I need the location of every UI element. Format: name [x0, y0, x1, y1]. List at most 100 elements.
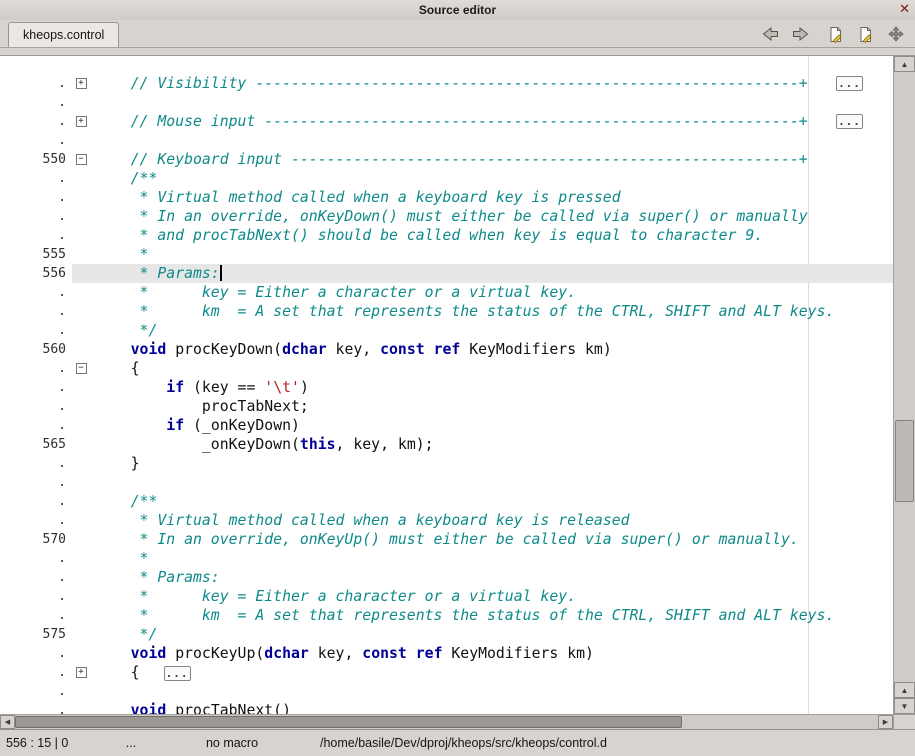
code-text[interactable]: */	[90, 321, 157, 340]
code-text[interactable]: * Params:	[90, 264, 222, 283]
code-line[interactable]: .	[0, 93, 893, 112]
vertical-scrollbar[interactable]: ▲ ▲ ▼	[893, 56, 915, 714]
code-text[interactable]	[90, 93, 95, 112]
code-line[interactable]: . * Params:	[0, 568, 893, 587]
code-text[interactable]: * key = Either a character or a virtual …	[90, 587, 576, 606]
code-text[interactable]: * key = Either a character or a virtual …	[90, 283, 576, 302]
code-line[interactable]: . void procTabNext()	[0, 701, 893, 714]
code-line[interactable]: .	[0, 682, 893, 701]
code-text[interactable]	[90, 131, 95, 150]
code-line[interactable]: . }	[0, 454, 893, 473]
code-line[interactable]: . * Virtual method called when a keyboar…	[0, 188, 893, 207]
code-line[interactable]: . * In an override, onKeyDown() must eit…	[0, 207, 893, 226]
code-line[interactable]: . * key = Either a character or a virtua…	[0, 587, 893, 606]
code-text[interactable]: // Keyboard input ----------------------…	[90, 150, 808, 169]
code-line[interactable]: . * and procTabNext() should be called w…	[0, 226, 893, 245]
scroll-up-button[interactable]: ▲	[894, 56, 915, 72]
code-text[interactable]	[90, 682, 95, 701]
code-text[interactable]	[90, 473, 95, 492]
code-text[interactable]: // Visibility --------------------------…	[90, 74, 808, 93]
code-line[interactable]: 575 */	[0, 625, 893, 644]
code-line[interactable]: . if (_onKeyDown)	[0, 416, 893, 435]
folded-code-ellipsis[interactable]: ...	[836, 114, 863, 129]
scroll-left-button[interactable]: ◀	[0, 715, 15, 729]
code-line[interactable]: . */	[0, 321, 893, 340]
code-line[interactable]: . procTabNext;	[0, 397, 893, 416]
code-line[interactable]: . /**	[0, 492, 893, 511]
folded-code-ellipsis[interactable]: ...	[836, 76, 863, 91]
horizontal-scrollbar[interactable]: ◀ ▶	[0, 714, 915, 729]
code-text[interactable]: * Params:	[90, 568, 220, 587]
code-line[interactable]: . * km = A set that represents the statu…	[0, 606, 893, 625]
code-text[interactable]: * km = A set that represents the status …	[90, 302, 834, 321]
code-line[interactable]: 556 * Params:	[0, 264, 893, 283]
code-line[interactable]: 555 *	[0, 245, 893, 264]
code-line[interactable]: . /**	[0, 169, 893, 188]
code-line[interactable]: . *	[0, 549, 893, 568]
tab-kheops-control[interactable]: kheops.control	[8, 22, 119, 47]
horizontal-scroll-track[interactable]	[15, 715, 878, 729]
code-line[interactable]: . * Virtual method called when a keyboar…	[0, 511, 893, 530]
folded-code-ellipsis[interactable]: ...	[164, 666, 191, 681]
fold-toggle-icon[interactable]: +	[76, 78, 87, 89]
code-text[interactable]: * In an override, onKeyDown() must eithe…	[90, 207, 808, 226]
code-line[interactable]: .+ // Mouse input ----------------------…	[0, 112, 893, 131]
code-text[interactable]: * and procTabNext() should be called whe…	[90, 226, 763, 245]
code-line[interactable]: 560 void procKeyDown(dchar key, const re…	[0, 340, 893, 359]
vertical-scroll-track[interactable]	[894, 72, 915, 682]
code-line[interactable]: . * km = A set that represents the statu…	[0, 302, 893, 321]
code-line[interactable]: 550− // Keyboard input -----------------…	[0, 150, 893, 169]
scroll-right-button[interactable]: ▶	[878, 715, 893, 729]
code-text[interactable]: /**	[90, 169, 157, 188]
code-line[interactable]: .	[0, 131, 893, 150]
scroll-down-button[interactable]: ▼	[894, 698, 915, 714]
code-pane[interactable]: . + // Visibility -----------------------…	[0, 56, 893, 714]
code-line[interactable]: 570 * In an override, onKeyUp() must eit…	[0, 530, 893, 549]
line-number: .	[0, 549, 72, 568]
fold-toggle-icon[interactable]: +	[76, 667, 87, 678]
code-line[interactable]: .+ // Visibility -----------------------…	[0, 74, 893, 93]
code-text[interactable]: /**	[90, 492, 157, 511]
go-forward-button[interactable]	[791, 25, 810, 43]
code-line[interactable]: . * key = Either a character or a virtua…	[0, 283, 893, 302]
fold-toggle-icon[interactable]: +	[76, 116, 87, 127]
code-text[interactable]: *	[90, 245, 148, 264]
code-text[interactable]: procTabNext;	[90, 397, 309, 416]
fold-toggle-icon[interactable]: −	[76, 154, 87, 165]
code-area[interactable]: . + // Visibility -----------------------…	[0, 56, 893, 714]
go-back-button[interactable]	[761, 25, 780, 43]
code-token: // Visibility --------------------------…	[95, 75, 808, 92]
code-text[interactable]: {	[90, 359, 140, 378]
code-text[interactable]: // Mouse input -------------------------…	[90, 112, 808, 131]
fold-margin	[72, 473, 90, 492]
close-icon[interactable]: ✕	[899, 1, 910, 17]
code-text[interactable]: }	[90, 454, 140, 473]
document-open-button[interactable]	[826, 25, 845, 43]
code-text[interactable]: {...	[90, 663, 191, 682]
code-text[interactable]: if (key == '\t')	[90, 378, 309, 397]
line-number: .	[0, 226, 72, 245]
code-text[interactable]: if (_onKeyDown)	[90, 416, 300, 435]
code-text[interactable]: */	[90, 625, 157, 644]
code-text[interactable]: *	[90, 549, 148, 568]
fold-toggle-icon[interactable]: −	[76, 363, 87, 374]
code-line[interactable]: . if (key == '\t')	[0, 378, 893, 397]
code-text[interactable]: void procTabNext()	[90, 701, 291, 714]
code-text[interactable]: void procKeyDown(dchar key, const ref Ke…	[90, 340, 612, 359]
code-line[interactable]: .	[0, 473, 893, 492]
code-text[interactable]: * Virtual method called when a keyboard …	[90, 188, 621, 207]
scroll-up-button-2[interactable]: ▲	[894, 682, 915, 698]
code-text[interactable]: * In an override, onKeyUp() must either …	[90, 530, 799, 549]
code-text[interactable]: * Virtual method called when a keyboard …	[90, 511, 630, 530]
code-text[interactable]: * km = A set that represents the status …	[90, 606, 834, 625]
document-save-button[interactable]	[856, 25, 875, 43]
detach-button[interactable]	[886, 25, 905, 43]
horizontal-scroll-thumb[interactable]	[15, 716, 682, 728]
code-text[interactable]: _onKeyDown(this, key, km);	[90, 435, 434, 454]
code-line[interactable]: .− {	[0, 359, 893, 378]
vertical-scroll-thumb[interactable]	[895, 420, 914, 502]
code-text[interactable]: void procKeyUp(dchar key, const ref KeyM…	[90, 644, 594, 663]
code-line[interactable]: 565 _onKeyDown(this, key, km);	[0, 435, 893, 454]
code-line[interactable]: .+ {...	[0, 663, 893, 682]
code-line[interactable]: . void procKeyUp(dchar key, const ref Ke…	[0, 644, 893, 663]
